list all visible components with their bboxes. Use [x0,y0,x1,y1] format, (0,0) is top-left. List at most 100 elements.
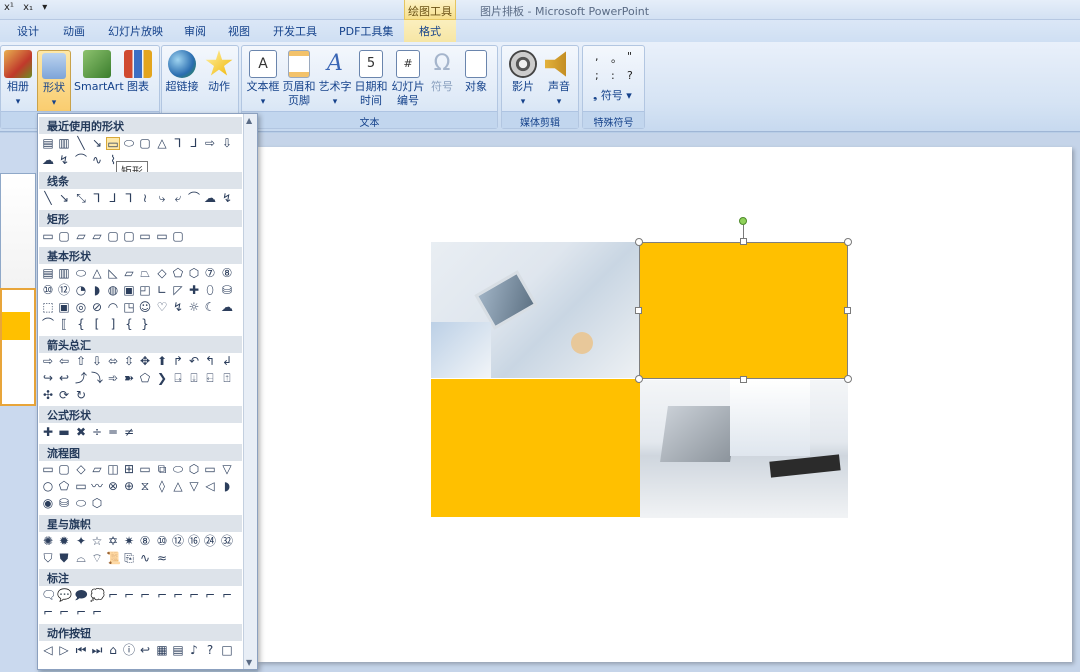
slide-thumbnail-panel[interactable] [0,133,38,672]
curved-left-arrow-icon[interactable]: ↩ [57,372,71,385]
symbol-semicolon[interactable]: ; [595,69,599,82]
action-document-icon[interactable]: ▤ [171,644,185,657]
rotation-handle[interactable] [739,217,747,225]
star7-icon[interactable]: ✷ [122,535,136,548]
right-triangle-icon[interactable]: ◺ [106,267,120,280]
moon-icon[interactable]: ☾ [203,301,217,314]
vertical-scroll-icon[interactable]: 📜 [106,552,121,565]
tab-slideshow[interactable]: 幻灯片放映 [108,23,163,39]
star5-icon[interactable]: ☆ [90,535,104,548]
left-right-arrow-icon[interactable]: ⬄ [106,355,120,368]
up-ribbon-icon[interactable]: ⛉ [41,552,55,565]
diamond-icon[interactable]: ◇ [155,267,169,280]
basic-textbox-icon[interactable]: ▤ [41,267,55,280]
action-information-icon[interactable]: ⓘ [122,644,136,657]
star32-icon[interactable]: ㉜ [220,535,234,548]
action-end-icon[interactable]: ⏭ [90,644,104,657]
object-button[interactable]: 对象 [460,50,492,94]
action-return-icon[interactable]: ↩ [138,644,152,657]
header-footer-button[interactable]: 页眉和页脚 [282,50,316,108]
or-icon[interactable]: ⊕ [122,480,136,493]
process-icon[interactable]: ▭ [41,463,55,476]
line-callout3-icon[interactable]: ⌐ [138,589,152,602]
decision-icon[interactable]: ◇ [74,463,88,476]
equal-icon[interactable]: ═ [106,426,120,439]
curve-line-icon[interactable]: ⌒ [187,192,201,205]
superscript-button[interactable]: x¹ [4,2,14,13]
display-icon[interactable]: ⬡ [90,497,104,510]
slide-thumbnail-selected[interactable] [0,288,36,406]
plaque-icon[interactable]: ⬯ [203,284,217,297]
tab-developer[interactable]: 开发工具 [273,23,317,39]
down-callout-arrow-icon[interactable]: ⍗ [187,372,201,385]
snip-round-rect-icon[interactable]: ▭ [138,230,152,243]
chevron-arrow-icon[interactable]: ❯ [155,372,169,385]
bent-arrow-icon[interactable]: ↱ [171,355,185,368]
divide-icon[interactable]: ÷ [90,426,104,439]
scribble-icon[interactable]: ↯ [220,192,234,205]
resize-handle-bottom-right[interactable] [844,375,852,383]
datetime-button[interactable]: 5 日期和时间 [354,50,388,108]
connector-icon[interactable]: ○ [41,480,55,493]
curved-down-arrow-icon[interactable]: ⤵ [90,372,104,385]
gallery-scrollbar[interactable]: ▲ ▼ [243,114,257,669]
document-icon[interactable]: ▭ [138,463,152,476]
star24-icon[interactable]: ㉔ [203,535,217,548]
alt-process-icon[interactable]: ▢ [57,463,71,476]
round-corner-rect-icon[interactable]: ▢ [106,230,120,243]
wave-icon[interactable]: ∿ [138,552,152,565]
block-arc-icon[interactable]: ◠ [106,301,120,314]
bent-up-arrow-icon[interactable]: ↲ [220,355,234,368]
down-ribbon-icon[interactable]: ⛊ [57,552,71,565]
sun-icon[interactable]: ☼ [187,301,201,314]
resize-handle-bottom-left[interactable] [635,375,643,383]
offpage-connector-icon[interactable]: ⬠ [57,480,71,493]
freeform-icon[interactable]: ☁ [203,192,217,205]
no-symbol-icon[interactable]: ⊘ [90,301,104,314]
cloud-icon[interactable]: ☁ [220,301,234,314]
action-movie-icon[interactable]: ▦ [155,644,169,657]
curved-double-icon[interactable]: ⤶ [171,192,185,205]
symbol-button[interactable]: Ω 符号 [428,50,456,94]
up-down-arrow-icon[interactable]: ⇳ [122,355,136,368]
explosion1-icon[interactable]: ✺ [41,535,55,548]
chord-icon[interactable]: ◗ [90,284,104,297]
curved-down-ribbon-icon[interactable]: ⌔ [90,552,104,565]
tab-pdf-tools[interactable]: PDF工具集 [339,23,393,39]
resize-handle-left[interactable] [635,307,642,314]
lightning-bolt-icon[interactable]: ↯ [171,301,185,314]
line-icon[interactable]: ╲ [41,192,55,205]
symbol-colon[interactable]: : [611,69,615,82]
parallelogram-icon[interactable]: ▱ [122,267,136,280]
slide-thumbnail[interactable] [0,173,36,293]
quad-callout-arrow-icon[interactable]: ✣ [41,389,55,402]
tab-format[interactable]: 格式 [404,20,456,42]
cloud-callout-icon[interactable]: 💭 [90,589,105,602]
snip-rect-icon[interactable]: ▱ [74,230,88,243]
symbol-period[interactable]: 。 [611,50,622,66]
rect-icon[interactable]: ▭ [41,230,55,243]
left-bracket-icon[interactable]: [ [90,318,104,331]
stored-data-icon[interactable]: ◁ [203,480,217,493]
horizontal-scroll-icon[interactable]: ⎘ [122,552,136,565]
resize-handle-top[interactable] [740,238,747,245]
line-callout2-icon[interactable]: ⌐ [122,589,136,602]
not-equal-icon[interactable]: ≠ [122,426,136,439]
double-bracket-icon[interactable]: ⟦ [57,318,71,331]
cube-icon[interactable]: ⬚ [41,301,55,314]
star12-icon[interactable]: ⑫ [171,535,185,548]
line-callout8-icon[interactable]: ⌐ [220,589,234,602]
explosion2-icon[interactable]: ✹ [57,535,71,548]
striped-right-arrow-icon[interactable]: ➾ [106,372,120,385]
arrow-line-shape-icon[interactable]: ↘ [90,137,104,150]
elbow-connector-shape-icon[interactable]: ⅂ [171,137,185,150]
down-block-arrow-icon[interactable]: ⇩ [90,355,104,368]
diagonal-stripe-icon[interactable]: ◸ [171,284,185,297]
circular-arrow-icon[interactable]: ⟳ [57,389,71,402]
double-brace-icon[interactable]: { [74,318,88,331]
action-custom-icon[interactable]: □ [220,644,234,657]
action-home-icon[interactable]: ⌂ [106,644,120,657]
elbow-arrow-icon[interactable]: ⅃ [106,192,120,205]
curved-up-ribbon-icon[interactable]: ⌓ [74,552,88,565]
right-bracket-icon[interactable]: ] [106,318,120,331]
